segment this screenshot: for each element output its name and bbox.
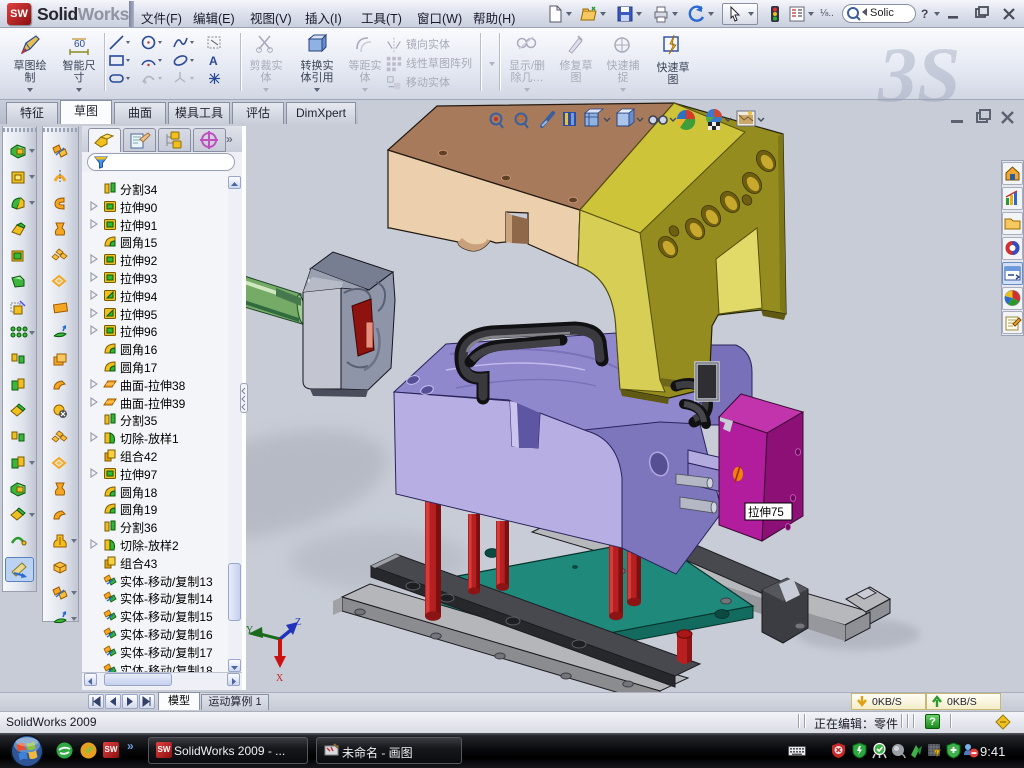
svg-text:A: A — [209, 54, 218, 68]
svg-text:Z: Z — [295, 617, 301, 628]
svg-text:X: X — [276, 673, 284, 684]
svg-text:60: 60 — [74, 39, 86, 50]
svg-text:!: ! — [936, 751, 937, 757]
svg-text:拉伸75: 拉伸75 — [748, 505, 784, 519]
svg-text:Y: Y — [246, 625, 253, 636]
